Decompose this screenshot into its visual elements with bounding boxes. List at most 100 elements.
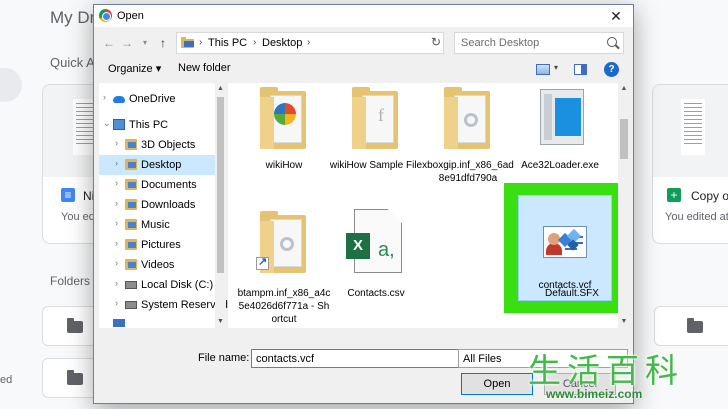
navigation-scrollbar[interactable]: ▲ ▼ [215, 83, 226, 328]
nav-item-videos[interactable]: › Videos [99, 255, 215, 275]
shortcut-arrow-icon [256, 255, 269, 270]
file-label: wikiHow [265, 160, 303, 171]
folder-icon: f [352, 87, 398, 149]
file-list-scrollbar[interactable]: ▲ ▼ [618, 83, 630, 328]
quick-access-heading: Quick A [50, 55, 95, 70]
breadcrumb-desktop[interactable]: Desktop [262, 37, 302, 49]
dialog-title: Open [117, 10, 144, 22]
folder-icon [260, 87, 306, 149]
card-subtitle: You edi [61, 211, 98, 223]
search-icon[interactable] [607, 37, 617, 47]
gear-icon [464, 113, 478, 127]
expand-chevron-icon[interactable]: › [115, 198, 118, 208]
folder-icon [67, 370, 83, 385]
scroll-up-icon[interactable]: ▲ [618, 83, 630, 95]
disk-icon [125, 281, 137, 289]
recent-locations-icon[interactable]: ▾ [138, 35, 152, 51]
nav-label: Documents [141, 179, 197, 191]
open-button[interactable]: Open [461, 373, 533, 395]
breadcrumb-separator-icon[interactable]: › [307, 37, 310, 48]
shared-folder-icon [67, 318, 83, 333]
drive-title: My Dri [50, 8, 100, 27]
view-options-chevron-icon[interactable]: ▾ [554, 63, 558, 72]
nav-label: Pictures [141, 239, 181, 251]
collapse-chevron-icon[interactable]: ⌄ [103, 118, 111, 129]
change-view-icon[interactable] [536, 64, 550, 75]
nav-label: 3D Objects [141, 139, 196, 151]
expand-chevron-icon[interactable]: › [115, 258, 118, 268]
nav-item-pictures[interactable]: › Pictures [99, 235, 215, 255]
back-arrow-icon[interactable]: ← [102, 35, 116, 51]
watermark-characters: 生活百科 [528, 351, 684, 390]
nav-item-music[interactable]: › Music [99, 215, 215, 235]
nav-item-onedrive[interactable]: › OneDrive [99, 89, 215, 109]
shared-folder-icon [687, 318, 703, 333]
command-toolbar: Organize ▾ New folder ▾ ? [94, 58, 633, 82]
file-list-pane: wikiHow f wikiHow Sample File xboxgip.in… [228, 83, 630, 328]
dialog-titlebar: Open ✕ [94, 5, 633, 27]
excel-icon: X [346, 233, 370, 259]
search-box[interactable] [454, 32, 624, 54]
new-folder-button[interactable]: New folder [178, 62, 231, 74]
breadcrumb-separator-icon[interactable]: › [199, 37, 202, 48]
file-label: Ace32Loader.exe [521, 160, 599, 171]
scroll-up-icon[interactable]: ▲ [215, 83, 226, 95]
breadcrumb-separator-icon[interactable]: › [253, 37, 256, 48]
search-input[interactable] [455, 33, 603, 53]
help-icon[interactable]: ? [604, 62, 619, 77]
cloud-icon [113, 96, 125, 103]
navigation-bar: ← → ▾ ↑ › This PC › Desktop › ↻ [94, 29, 633, 57]
doc-preview [681, 99, 705, 155]
expand-chevron-icon[interactable]: › [115, 278, 118, 288]
nav-item-downloads[interactable]: › Downloads [99, 195, 215, 215]
breadcrumb-this-pc[interactable]: This PC [208, 37, 247, 49]
preview-pane-icon[interactable] [574, 64, 587, 75]
site-watermark: 生活百科 www.bimeiz.com [524, 344, 728, 409]
up-arrow-icon[interactable]: ↑ [156, 35, 170, 51]
expand-chevron-icon[interactable]: › [115, 138, 118, 148]
nav-item-desktop[interactable]: › Desktop [99, 155, 215, 175]
nav-label: OneDrive [129, 93, 176, 105]
nav-item-system-reserved[interactable]: › System Reserved [99, 295, 228, 315]
folder-card[interactable] [654, 306, 728, 346]
folder-icon [125, 239, 137, 250]
expand-chevron-icon[interactable]: › [115, 238, 118, 248]
new-button-edge[interactable] [0, 68, 22, 102]
nav-item-network[interactable] [99, 317, 215, 328]
file-label: xboxgip.inf_x86_6ad8e91dfd790a [422, 160, 514, 184]
expand-chevron-icon[interactable]: › [115, 218, 118, 228]
forward-arrow-icon[interactable]: → [120, 35, 134, 51]
nav-item-3d-objects[interactable]: › 3D Objects [99, 135, 215, 155]
card-thumbnail [653, 85, 728, 177]
expand-chevron-icon[interactable]: › [103, 92, 106, 102]
navigation-pane: › OneDrive ⌄ This PC › 3D Objects › Desk… [99, 83, 228, 328]
edge-text: ed [0, 374, 13, 386]
nav-item-this-pc[interactable]: ⌄ This PC [99, 115, 215, 135]
disk-icon [125, 301, 137, 309]
expand-chevron-icon[interactable]: › [115, 158, 118, 168]
sheets-icon: + [667, 188, 681, 202]
folder-icon [125, 219, 137, 230]
scrollbar-thumb[interactable] [217, 97, 224, 273]
file-type-value: All Files [463, 353, 502, 365]
scroll-down-icon[interactable]: ▼ [215, 316, 226, 328]
nav-item-local-disk[interactable]: › Local Disk (C:) [99, 275, 215, 295]
organize-button[interactable]: Organize ▾ [108, 62, 161, 75]
watermark-url: www.bimeiz.com [546, 387, 643, 401]
expand-chevron-icon[interactable]: › [115, 178, 118, 188]
scrollbar-thumb[interactable] [620, 119, 628, 159]
expand-chevron-icon[interactable]: › [115, 298, 118, 308]
address-bar[interactable]: › This PC › Desktop › [176, 32, 444, 54]
nav-item-documents[interactable]: › Documents [99, 175, 215, 195]
nav-label: Desktop [141, 159, 182, 171]
close-button[interactable]: ✕ [599, 5, 633, 27]
sfx-file-icon [557, 228, 582, 251]
scroll-down-icon[interactable]: ▼ [618, 316, 630, 328]
wikihow-logo-icon [274, 103, 296, 125]
folders-heading: Folders [50, 274, 91, 288]
quick-access-card-right[interactable]: + Copy of You edited at [652, 84, 728, 244]
nav-label: This PC [129, 119, 169, 131]
refresh-icon[interactable]: ↻ [428, 32, 444, 52]
application-icon [540, 89, 584, 145]
computer-icon [113, 119, 125, 130]
